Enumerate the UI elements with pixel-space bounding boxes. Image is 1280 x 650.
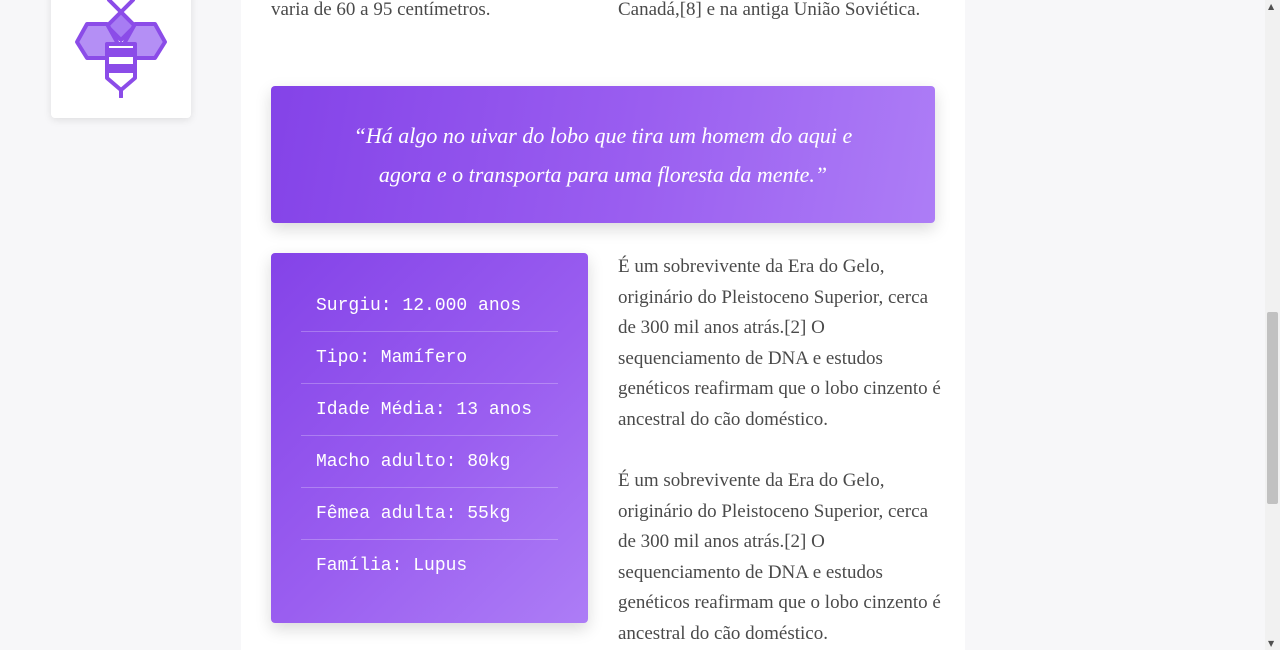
vertical-scrollbar[interactable]: ▲ ▼	[1265, 0, 1280, 650]
facts-box: Surgiu: 12.000 anos Tipo: Mamífero Idade…	[271, 253, 588, 623]
top-right-text: Canadá,[8] e na antiga União Soviética.	[618, 0, 921, 20]
quote-text: “Há algo no uivar do lobo que tira um ho…	[353, 122, 853, 187]
fact-item-average-age: Idade Média: 13 anos	[301, 384, 558, 436]
main-content: varia de 60 a 95 centímetros. Canadá,[8]…	[241, 0, 965, 650]
scroll-down-arrow-icon[interactable]: ▼	[1268, 639, 1274, 648]
fact-item-adult-male: Macho adulto: 80kg	[301, 436, 558, 488]
bee-icon	[75, 0, 167, 98]
fact-item-family: Família: Lupus	[316, 556, 468, 576]
fact-item-origin: Surgiu: 12.000 anos	[301, 280, 558, 332]
top-left-text: varia de 60 a 95 centímetros.	[271, 0, 491, 20]
quote-box: “Há algo no uivar do lobo que tira um ho…	[271, 86, 935, 223]
page: varia de 60 a 95 centímetros. Canadá,[8]…	[0, 0, 1280, 650]
body-paragraph: É um sobrevivente da Era do Gelo, origin…	[618, 470, 941, 644]
body-paragraph: É um sobrevivente da Era do Gelo, origin…	[618, 256, 941, 430]
fact-item-type: Tipo: Mamífero	[301, 332, 558, 384]
scroll-up-arrow-icon[interactable]: ▲	[1268, 2, 1274, 11]
facts-list: Surgiu: 12.000 anos Tipo: Mamífero Idade…	[271, 253, 588, 591]
scrollbar-thumb[interactable]	[1267, 312, 1278, 504]
fact-item-adult-female: Fêmea adulta: 55kg	[301, 488, 558, 540]
logo-card[interactable]	[51, 0, 191, 118]
